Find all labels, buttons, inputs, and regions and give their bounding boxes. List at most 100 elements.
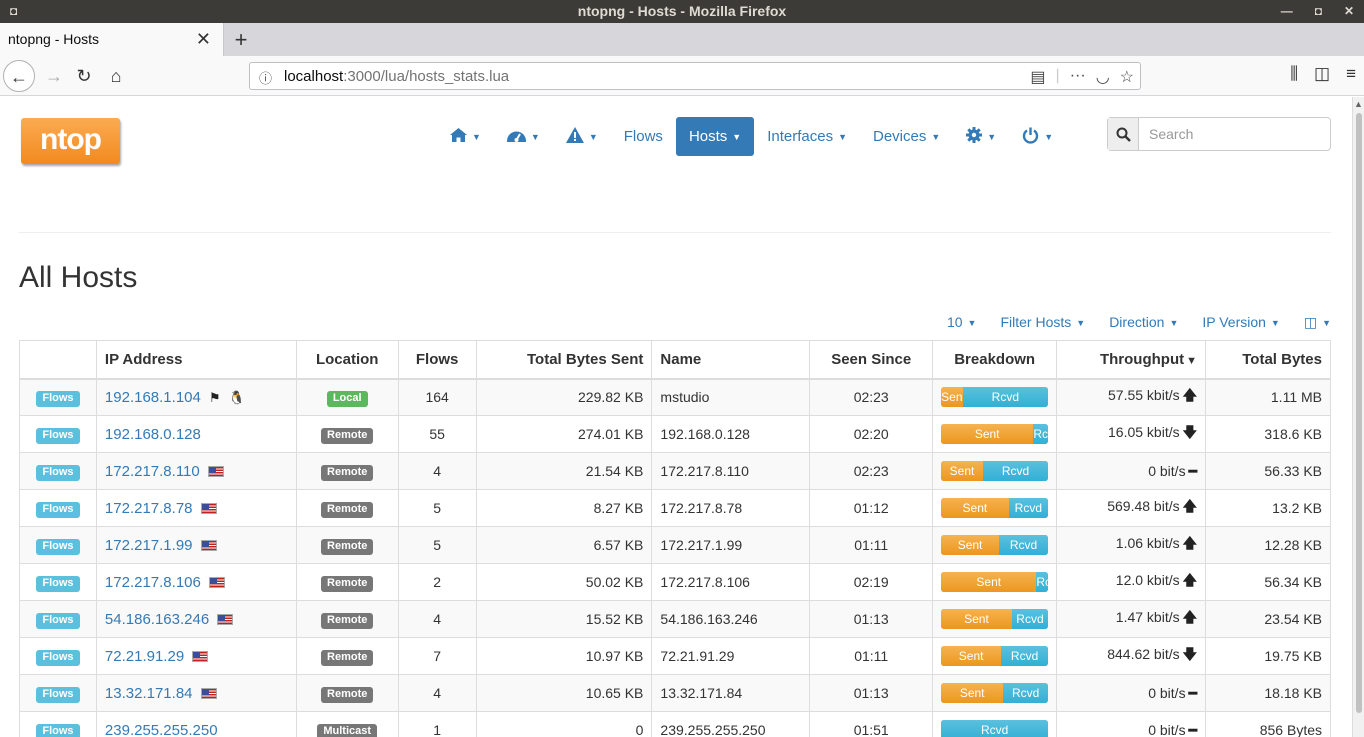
scroll-up-icon[interactable]: ▲ [1354,99,1363,109]
breakdown-cell: Sent Rcvd [932,637,1058,675]
window-menu-icon[interactable]: ◘ [10,0,17,23]
breakdown-cell: Sent Rcvd [932,526,1058,564]
col-header-name[interactable]: Name [651,340,811,380]
nav-home[interactable]: ▼ [437,117,494,156]
home-page-icon[interactable]: ⌂ [100,60,132,92]
nav-interfaces[interactable]: Interfaces ▼ [754,117,860,156]
caret-down-icon: ▼ [1169,318,1179,329]
bytes-sent: 10.65 KB [475,674,653,712]
close-tab-icon[interactable]: ✕ [196,23,211,56]
col-header-actions [19,340,97,380]
search-input[interactable] [1139,118,1330,150]
flows-button[interactable]: Flows [36,686,80,703]
scrollbar-thumb[interactable] [1356,113,1362,713]
maximize-icon[interactable]: ◘ [1315,0,1322,23]
col-header-total-bytes[interactable]: Total Bytes [1205,340,1331,380]
host-ip-link[interactable]: 172.217.8.78 [105,500,193,517]
page-actions-icon[interactable]: ··· [1070,67,1086,87]
menu-icon[interactable]: ≡ [1346,64,1356,84]
page-scrollbar[interactable]: ▲ [1352,97,1364,737]
throughput-cell: 0 bit/s ━ [1056,452,1207,490]
filter-hosts-dropdown[interactable]: Filter Hosts ▼ [1000,314,1085,331]
nav-hosts[interactable]: Hosts ▼ [675,117,755,156]
pocket-icon[interactable]: ◡ [1096,67,1110,87]
nav-devices[interactable]: Devices ▼ [860,117,953,156]
col-header-throughput[interactable]: Throughput ▼ [1056,340,1207,380]
host-ip-link[interactable]: 172.217.8.110 [105,463,200,480]
ip-cell: 239.255.255.250 [95,711,297,737]
col-header-flows[interactable]: Flows [397,340,477,380]
site-info-icon[interactable]: ⓘ [259,68,272,87]
search-icon[interactable] [1108,118,1139,150]
flows-button[interactable]: Flows [36,390,80,407]
flows-cell: Flows [19,415,97,453]
flows-button[interactable]: Flows [36,501,80,518]
col-header-seen-since[interactable]: Seen Since [809,340,934,380]
host-ip-link[interactable]: 192.168.1.104 [105,389,201,406]
minimize-icon[interactable]: — [1281,0,1293,23]
nav-power[interactable]: ▼ [1009,117,1066,156]
flows-button[interactable]: Flows [36,575,80,592]
flows-button[interactable]: Flows [36,649,80,666]
url-text[interactable]: localhost:3000/lua/hosts_stats.lua [284,68,509,85]
reader-view-icon[interactable]: ▤ [1030,67,1045,87]
flows-button[interactable]: Flows [36,538,80,555]
direction-dropdown[interactable]: Direction ▼ [1109,314,1178,331]
flows-button[interactable]: Flows [36,612,80,629]
host-ip-link[interactable]: 192.168.0.128 [105,426,201,443]
flows-button[interactable]: Flows [36,427,80,444]
host-ip-link[interactable]: 72.21.91.29 [105,648,184,665]
total-bytes: 23.54 KB [1205,600,1331,638]
location-cell: Remote [295,674,399,712]
nav-flows[interactable]: Flows [611,117,676,156]
flows-button[interactable]: Flows [36,723,80,737]
host-ip-link[interactable]: 54.186.163.246 [105,611,209,628]
tab-title: ntopng - Hosts [8,31,100,47]
reload-icon[interactable]: ↻ [68,60,100,92]
flows-count: 4 [397,452,477,490]
browser-tab[interactable]: ntopng - Hosts ✕ [0,23,224,56]
nav-dashboard[interactable]: ▼ [494,117,553,156]
host-ip-link[interactable]: 172.217.8.106 [105,574,201,591]
flows-cell: Flows [19,637,97,675]
table-header-row: IP Address Location Flows Total Bytes Se… [19,340,1331,380]
forward-icon[interactable]: → [38,60,70,92]
back-icon[interactable]: ← [3,60,35,92]
per-page-dropdown[interactable]: 10 ▼ [947,314,977,331]
breakdown-sent: Sent [941,683,1004,703]
total-bytes: 19.75 KB [1205,637,1331,675]
host-ip-link[interactable]: 239.255.255.250 [105,722,218,737]
location-cell: Remote [295,600,399,638]
ntop-logo[interactable]: ntop [21,118,120,164]
host-ip-link[interactable]: 172.217.1.99 [105,537,193,554]
throughput-value: 12.0 kbit/s [1115,572,1180,588]
columns-dropdown[interactable]: ◫ ▼ [1304,314,1331,331]
flows-count: 7 [397,637,477,675]
bytes-sent: 21.54 KB [475,452,653,490]
new-tab-icon[interactable]: + [230,23,252,56]
arrow-down-icon: 🡇 [1182,424,1198,440]
seen-since: 02:19 [809,563,934,601]
host-name: 192.168.0.128 [651,415,811,453]
nav-alerts[interactable]: ▼ [553,117,611,156]
flows-button[interactable]: Flows [36,464,80,481]
bookmark-star-icon[interactable]: ☆ [1120,67,1134,87]
host-ip-link[interactable]: 13.32.171.84 [105,685,193,702]
total-bytes: 56.34 KB [1205,563,1331,601]
close-window-icon[interactable]: ✕ [1344,0,1354,23]
col-header-bytes-sent[interactable]: Total Bytes Sent [475,340,653,380]
table-row: Flows 172.217.8.110 Remote 4 21.54 KB 17… [19,452,1331,490]
ip-cell: 54.186.163.246 [95,600,297,638]
col-header-ip[interactable]: IP Address [95,340,297,380]
library-icon[interactable]: ⫼ [1290,64,1298,84]
location-cell: Remote [295,452,399,490]
url-bar[interactable]: ⓘ localhost:3000/lua/hosts_stats.lua ▤ |… [249,62,1141,90]
col-header-location[interactable]: Location [295,340,399,380]
flows-cell: Flows [19,674,97,712]
warning-icon [565,127,584,143]
nav-settings[interactable]: ▼ [953,117,1009,156]
sidebar-icon[interactable]: ◫ [1314,64,1330,84]
breakdown-rcvd: Rcvd [941,720,1049,737]
ip-version-dropdown[interactable]: IP Version ▼ [1202,314,1279,331]
tab-bar: ntopng - Hosts ✕ + [0,23,1364,56]
